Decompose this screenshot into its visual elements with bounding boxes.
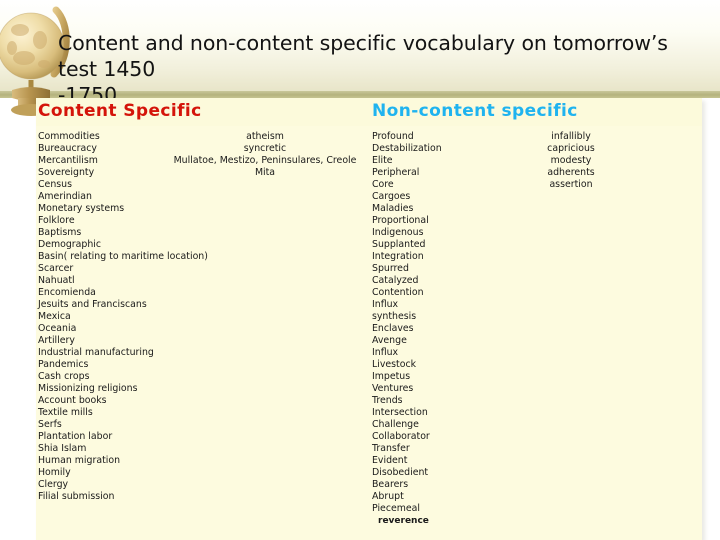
- list-item: Integration: [372, 251, 424, 262]
- list-item: Contention: [372, 287, 424, 298]
- list-item: Filial submission: [38, 491, 115, 502]
- list-item: Serfs: [38, 419, 62, 430]
- list-item: Shia Islam: [38, 443, 87, 454]
- list-item: Intersection: [372, 407, 428, 418]
- list-item: Plantation labor: [38, 431, 113, 442]
- list-item: assertion: [549, 179, 593, 190]
- list-item: Clergy: [38, 479, 69, 490]
- list-item: Avenge: [372, 335, 407, 346]
- list-item: Abrupt: [372, 491, 404, 502]
- list-item: Industrial manufacturing: [38, 347, 154, 358]
- content-specific-sublist: atheism syncretic Mullatoe, Mestizo, Penin…: [160, 131, 370, 179]
- list-item: Influx: [372, 347, 399, 358]
- non-content-specific-list: Profound Destabilization Elite Peripheral Co…: [372, 131, 442, 527]
- list-item: atheism: [246, 131, 284, 142]
- list-item: Catalyzed: [372, 275, 419, 286]
- list-item: Textile mills: [38, 407, 93, 418]
- list-item: Monetary systems: [38, 203, 125, 214]
- list-item: syncretic: [243, 143, 287, 154]
- list-item: Enclaves: [372, 323, 414, 334]
- list-item: Basin( relating to maritime location): [38, 251, 208, 262]
- list-item: Bearers: [372, 479, 409, 490]
- list-item: Maladies: [372, 203, 414, 214]
- non-content-specific-sublist: infallibly capricious modesty adherents asse…: [496, 131, 646, 191]
- list-item: Amerindian: [38, 191, 92, 202]
- list-item: Oceania: [38, 323, 77, 334]
- page-title: Content and non-content specific vocabul…: [58, 31, 668, 107]
- content-specific-heading: Content Specific: [38, 101, 202, 121]
- list-item: Destabilization: [372, 143, 442, 154]
- list-item: Peripheral: [372, 167, 420, 178]
- list-item: Challenge: [372, 419, 419, 430]
- list-item: Proportional: [372, 215, 429, 226]
- list-item: Indigenous: [372, 227, 424, 238]
- list-item: modesty: [550, 155, 592, 166]
- list-item: Mexica: [38, 311, 71, 322]
- list-item: Trends: [372, 395, 403, 406]
- content-specific-list: Commodities Bureaucracy Mercantilism Sovere…: [38, 131, 208, 503]
- list-item: Core: [372, 179, 394, 190]
- list-item: capricious: [547, 143, 595, 154]
- list-item: Mullatoe, Mestizo, Peninsulares, Creole: [173, 155, 357, 166]
- list-item: Pandemics: [38, 359, 89, 370]
- list-item: Baptisms: [38, 227, 82, 238]
- list-item: Evident: [372, 455, 408, 466]
- list-item: Collaborator: [372, 431, 430, 442]
- vocabulary-panel: Content Specific Non-content specific Co…: [36, 98, 702, 540]
- non-content-specific-heading: Non-content specific: [372, 101, 578, 121]
- list-item: Supplanted: [372, 239, 426, 250]
- list-item: Homily: [38, 467, 71, 478]
- list-item: Scarcer: [38, 263, 74, 274]
- list-item: Elite: [372, 155, 393, 166]
- list-item: Livestock: [372, 359, 417, 370]
- list-item: Artillery: [38, 335, 75, 346]
- list-item: infallibly: [551, 131, 591, 142]
- list-item: Impetus: [372, 371, 411, 382]
- list-item: adherents: [547, 167, 595, 178]
- list-item: Census: [38, 179, 72, 190]
- list-item: Account books: [38, 395, 107, 406]
- list-item: Demographic: [38, 239, 102, 250]
- list-item: Cash crops: [38, 371, 90, 382]
- list-item: Human migration: [38, 455, 121, 466]
- list-item: Encomienda: [38, 287, 96, 298]
- list-item: Profound: [372, 131, 414, 142]
- list-item: Transfer: [372, 443, 410, 454]
- slide: Content and non-content specific vocabul…: [0, 0, 720, 540]
- list-item: reverence: [378, 516, 429, 526]
- list-item: Cargoes: [372, 191, 411, 202]
- list-item: Ventures: [372, 383, 414, 394]
- list-item: Influx: [372, 299, 399, 310]
- list-item: Jesuits and Franciscans: [38, 299, 147, 310]
- list-item: Disobedient: [372, 467, 429, 478]
- list-item: Mita: [254, 167, 276, 178]
- list-item: Missionizing religions: [38, 383, 138, 394]
- list-item: Piecemeal: [372, 503, 420, 514]
- list-item: Nahuatl: [38, 275, 75, 286]
- list-item: Folklore: [38, 215, 75, 226]
- list-item: synthesis: [372, 311, 417, 322]
- list-item: Spurred: [372, 263, 409, 274]
